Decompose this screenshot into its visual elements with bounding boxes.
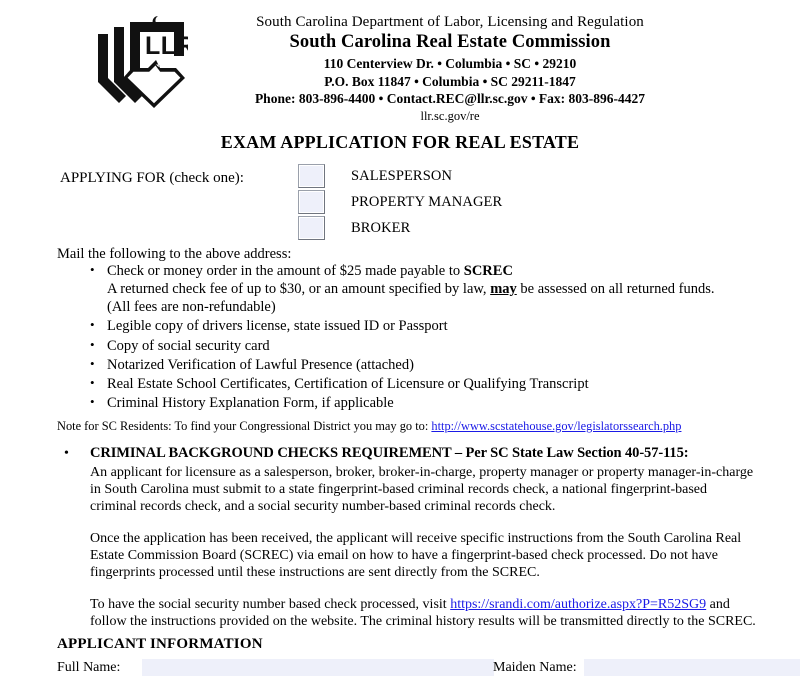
maiden-name-input[interactable] xyxy=(584,659,800,676)
mail-instructions-intro: Mail the following to the above address: xyxy=(57,246,292,262)
full-name-label: Full Name: xyxy=(57,660,121,675)
criminal-background-bullet: CRIMINAL BACKGROUND CHECKS REQUIREMENT –… xyxy=(57,445,757,630)
contact-line: Phone: 803-896-4400 • Contact.REC@llr.sc… xyxy=(254,91,646,107)
applicant-name-row: Full Name: Maiden Name: xyxy=(57,659,800,676)
criminal-background-section: CRIMINAL BACKGROUND CHECKS REQUIREMENT –… xyxy=(57,445,757,630)
header-text-block: South Carolina Department of Labor, Lice… xyxy=(200,14,700,123)
llr-logo: LLR xyxy=(0,14,200,118)
subline-before: A returned check fee of up to $30, or an… xyxy=(107,281,491,298)
llr-logo-icon: LLR xyxy=(98,16,188,108)
address-line-2: P.O. Box 11847 • Columbia • SC 29211-184… xyxy=(324,73,576,89)
subline-after: be assessed on all returned funds. xyxy=(516,281,715,298)
checkbox-broker[interactable] xyxy=(298,216,325,240)
list-item: Real Estate School Certificates, Certifi… xyxy=(57,375,747,393)
sc-residents-note: Note for SC Residents: To find your Cong… xyxy=(57,419,681,434)
note-text: Note for SC Residents: To find your Cong… xyxy=(57,419,432,433)
applicant-information-heading: APPLICANT INFORMATION xyxy=(57,636,263,652)
commission-name: South Carolina Real Estate Commission xyxy=(289,32,611,53)
criminal-background-paragraph-2: Once the application has been received, … xyxy=(90,530,742,581)
paragraph-3-before: To have the social security number based… xyxy=(90,597,451,613)
srandi-authorize-link[interactable]: https://srandi.com/authorize.aspx?P=R52S… xyxy=(450,597,706,612)
page-title: EXAM APPLICATION FOR REAL ESTATE xyxy=(220,132,580,152)
applying-for-label: APPLYING FOR (check one): xyxy=(60,170,244,186)
option-broker[interactable]: BROKER xyxy=(298,215,502,241)
list-item: Check or money order in the amount of $2… xyxy=(57,262,747,316)
option-property-manager[interactable]: PROPERTY MANAGER xyxy=(298,189,502,215)
subline-emphasis: may xyxy=(490,281,517,298)
address-line-1: 110 Centerview Dr. • Columbia • SC • 292… xyxy=(323,55,577,71)
criminal-background-heading: CRIMINAL BACKGROUND CHECKS REQUIREMENT –… xyxy=(90,445,689,461)
list-item-subline: A returned check fee of up to $30, or an… xyxy=(107,280,747,298)
list-item: Legible copy of drivers license, state i… xyxy=(57,317,747,335)
checkbox-salesperson[interactable] xyxy=(298,164,325,188)
website-line: llr.sc.gov/re xyxy=(420,108,480,123)
checkbox-label-property-manager: PROPERTY MANAGER xyxy=(351,193,503,210)
mail-requirements-list: Check or money order in the amount of $2… xyxy=(57,262,747,413)
option-salesperson[interactable]: SALESPERSON xyxy=(298,163,502,189)
list-item: Copy of social security card xyxy=(57,337,747,355)
list-item-text: Check or money order in the amount of $2… xyxy=(107,263,464,279)
list-item-subline: (All fees are non-refundable) xyxy=(107,299,276,316)
checkbox-label-salesperson: SALESPERSON xyxy=(351,167,453,184)
department-name: South Carolina Department of Labor, Lice… xyxy=(256,14,644,30)
list-item: Criminal History Explanation Form, if ap… xyxy=(57,394,747,412)
document-header: LLR South Carolina Department of Labor, … xyxy=(0,14,800,123)
criminal-background-paragraph-1: An applicant for licensure as a salesper… xyxy=(90,464,754,514)
checkbox-label-broker: BROKER xyxy=(351,219,411,236)
applying-for-options: SALESPERSON PROPERTY MANAGER BROKER xyxy=(298,163,502,241)
checkbox-property-manager[interactable] xyxy=(298,190,325,214)
document-page: LLR South Carolina Department of Labor, … xyxy=(0,0,800,676)
criminal-background-paragraph-3: To have the social security number based… xyxy=(90,596,757,630)
list-item-bold: SCREC xyxy=(463,263,513,279)
list-item: Notarized Verification of Lawful Presenc… xyxy=(57,356,747,374)
svg-text:LLR: LLR xyxy=(145,32,188,60)
maiden-name-label: Maiden Name: xyxy=(493,660,577,675)
legislators-search-link[interactable]: http://www.scstatehouse.gov/legislatorss… xyxy=(431,419,681,433)
full-name-input[interactable] xyxy=(142,659,494,676)
